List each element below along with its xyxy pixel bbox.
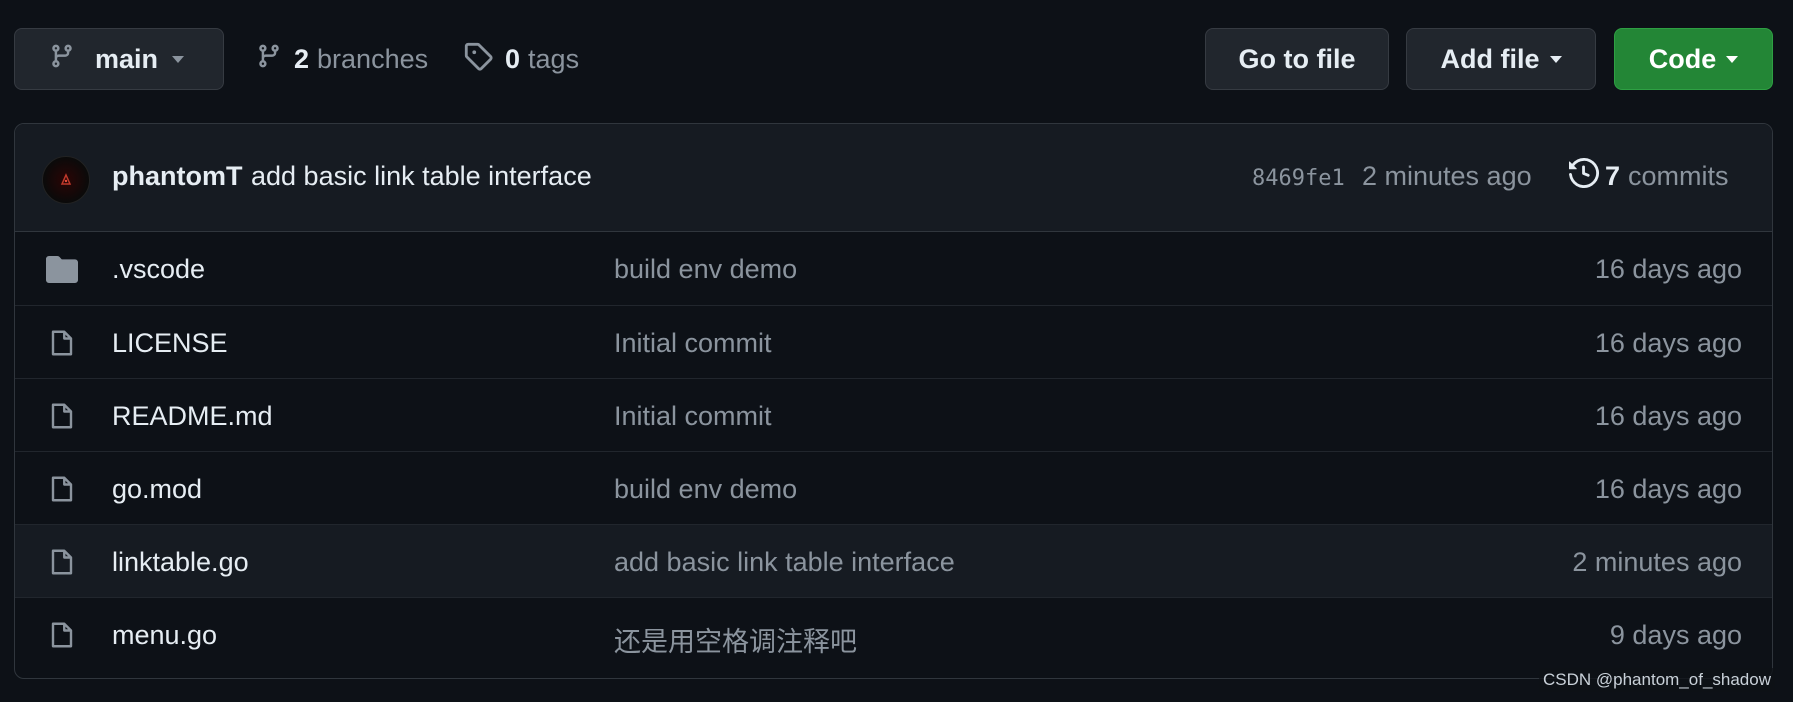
- file-commit-message-link[interactable]: Initial commit: [614, 328, 772, 359]
- latest-commit-bar: phantomT add basic link table interface …: [15, 124, 1772, 232]
- file-browser: phantomT add basic link table interface …: [14, 123, 1773, 679]
- file-row[interactable]: LICENSE Initial commit 16 days ago: [15, 305, 1772, 378]
- file-age: 16 days ago: [1594, 474, 1742, 504]
- file-age: 16 days ago: [1594, 401, 1742, 431]
- file-name-link[interactable]: linktable.go: [112, 547, 249, 578]
- file-commit-message-link[interactable]: Initial commit: [614, 401, 772, 432]
- file-age: 9 days ago: [1609, 620, 1742, 650]
- add-file-label: Add file: [1440, 43, 1540, 74]
- file-age: 16 days ago: [1594, 254, 1742, 284]
- file-commit-message-link[interactable]: 还是用空格调注释吧: [614, 620, 857, 659]
- file-icon: [44, 328, 80, 358]
- file-icon: [44, 474, 80, 504]
- branch-name: main: [95, 43, 159, 74]
- file-name-link[interactable]: .vscode: [112, 254, 205, 285]
- branches-label: branches: [317, 43, 429, 74]
- file-commit-message-link[interactable]: build env demo: [614, 254, 797, 285]
- file-icon: [44, 620, 80, 650]
- file-name-link[interactable]: LICENSE: [112, 328, 228, 359]
- file-icon: [44, 401, 80, 431]
- tags-count: 0: [505, 43, 521, 74]
- file-row[interactable]: go.mod build env demo 16 days ago: [15, 451, 1772, 524]
- file-name-link[interactable]: README.md: [112, 401, 273, 432]
- commit-message-link[interactable]: add basic link table interface: [251, 161, 592, 192]
- repo-toolbar: main 2 branches 0 tags Go to file Add fi…: [14, 28, 1773, 92]
- file-age: 2 minutes ago: [1572, 547, 1742, 577]
- chevron-down-icon: [1726, 55, 1739, 63]
- file-name-link[interactable]: go.mod: [112, 474, 202, 505]
- file-row[interactable]: linktable.go add basic link table interf…: [15, 524, 1772, 597]
- git-branch-icon: [49, 41, 75, 78]
- file-commit-message-link[interactable]: build env demo: [614, 474, 797, 505]
- file-age: 16 days ago: [1594, 328, 1742, 358]
- commits-count: 7: [1605, 160, 1621, 191]
- branch-select-button[interactable]: main: [14, 28, 224, 90]
- go-to-file-label: Go to file: [1238, 43, 1356, 74]
- history-icon: [1569, 157, 1600, 195]
- git-branch-icon: [256, 41, 294, 78]
- code-button[interactable]: Code: [1614, 28, 1773, 90]
- tags-link[interactable]: 0 tags: [463, 28, 579, 90]
- code-label: Code: [1648, 43, 1717, 74]
- chevron-down-icon: [1549, 55, 1562, 63]
- branches-count: 2: [294, 43, 310, 74]
- chevron-down-icon: [172, 55, 185, 63]
- file-name-link[interactable]: menu.go: [112, 620, 217, 651]
- commit-sha-link[interactable]: 8469fe1: [1252, 166, 1345, 191]
- commits-label: commits: [1628, 160, 1729, 191]
- file-commit-message-link[interactable]: add basic link table interface: [614, 547, 955, 578]
- add-file-button[interactable]: Add file: [1406, 28, 1596, 90]
- file-row[interactable]: menu.go 还是用空格调注释吧 9 days ago: [15, 597, 1772, 670]
- file-row[interactable]: README.md Initial commit 16 days ago: [15, 378, 1772, 451]
- watermark: CSDN @phantom_of_shadow: [1539, 668, 1775, 692]
- avatar-logo-icon: [60, 173, 72, 185]
- tag-icon: [463, 41, 505, 78]
- branches-link[interactable]: 2 branches: [256, 28, 428, 90]
- file-row[interactable]: .vscode build env demo 16 days ago: [15, 232, 1772, 305]
- go-to-file-button[interactable]: Go to file: [1205, 28, 1389, 90]
- avatar[interactable]: [42, 156, 90, 204]
- folder-icon: [44, 254, 80, 284]
- commit-author-link[interactable]: phantomT: [112, 161, 242, 192]
- commits-history-link[interactable]: 7 commits: [1569, 156, 1729, 196]
- tags-label: tags: [528, 43, 580, 74]
- file-icon: [44, 547, 80, 577]
- commit-time: 2 minutes ago: [1362, 161, 1532, 191]
